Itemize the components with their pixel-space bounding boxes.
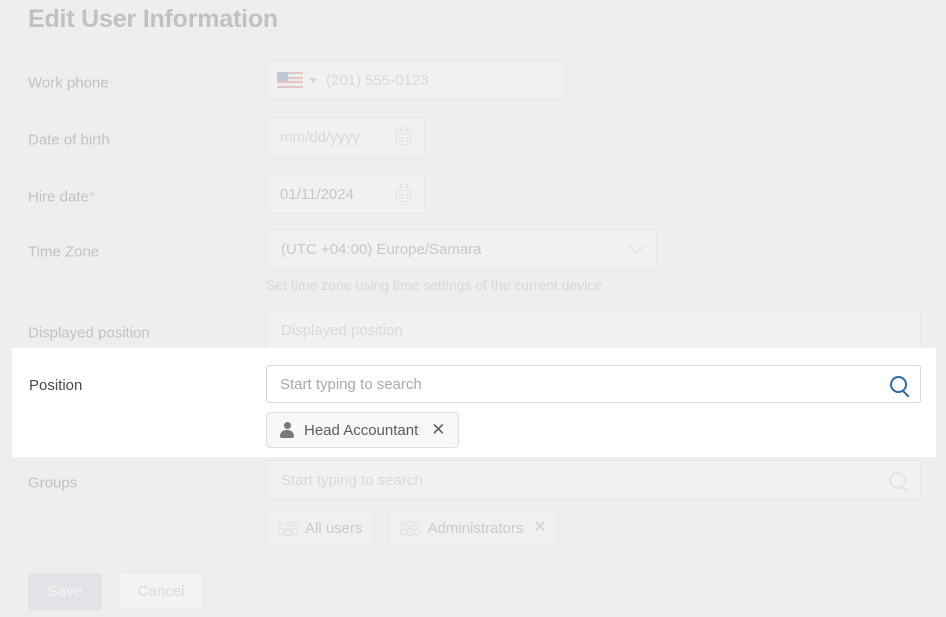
chevron-down-icon [628,238,645,254]
search-icon[interactable] [889,471,906,489]
hire-date-input[interactable]: 01/11/2024 [280,186,354,203]
time-zone-value: (UTC +04:00) Europe/Samara [281,240,482,258]
time-zone-label: Time Zone [28,243,100,261]
groups-field[interactable]: Start typing to search [266,460,921,500]
remove-chip-icon[interactable]: ✕ [431,420,445,440]
us-flag-icon [277,72,303,88]
group-chip-label: Administrators [427,519,524,537]
save-button[interactable]: Save [28,573,102,610]
groups-label: Groups [28,474,78,492]
people-icon [277,520,298,536]
form-row-work-phone: Work phone (201) 555-0123 [0,60,946,106]
remove-chip-icon[interactable]: ✕ [533,520,546,536]
groups-chip-list: All users Administrators ✕ [266,511,559,545]
search-icon[interactable] [890,375,907,393]
cancel-button[interactable]: Cancel [118,573,204,610]
hire-date-label: Hire date* [28,189,95,206]
form-row-time-zone: Time Zone (UTC +04:00) Europe/Samara [0,229,946,275]
person-icon [279,422,295,438]
date-of-birth-label: Date of birth [28,131,110,149]
group-chip-administrators[interactable]: Administrators ✕ [388,511,559,545]
displayed-position-label: Displayed position [28,324,150,342]
form-row-date-of-birth: Date of birth mm/dd/yyyy [0,117,946,163]
position-search-field[interactable]: Start typing to search [266,365,921,403]
time-zone-select[interactable]: (UTC +04:00) Europe/Samara [266,229,657,269]
work-phone-label: Work phone [28,74,109,92]
position-search-input[interactable]: Start typing to search [280,376,422,393]
date-of-birth-field[interactable]: mm/dd/yyyy [266,117,425,157]
work-phone-field[interactable]: (201) 555-0123 [266,60,566,100]
work-phone-input[interactable]: (201) 555-0123 [326,72,429,89]
form-row-groups: Groups Start typing to search [0,460,946,506]
required-marker: * [88,188,95,206]
groups-input[interactable]: Start typing to search [281,472,423,489]
calendar-icon[interactable] [395,184,412,202]
calendar-icon[interactable] [395,127,412,145]
chevron-down-icon [309,77,317,83]
position-chip-label: Head Accountant [304,421,419,439]
position-row-highlight: Position Start typing to search Head Acc… [12,348,936,457]
date-of-birth-input[interactable]: mm/dd/yyyy [280,129,360,146]
position-label: Position [29,377,83,394]
time-zone-hint: Set time zone using time settings of the… [266,277,603,293]
group-chip-label: All users [305,519,363,537]
position-chip-head-accountant[interactable]: Head Accountant ✕ [266,412,459,448]
group-chip-all-users[interactable]: All users [266,511,375,545]
country-selector[interactable] [267,61,326,99]
hire-date-label-text: Hire date [28,188,89,206]
hire-date-field[interactable]: 01/11/2024 [266,174,425,214]
people-icon [400,520,421,536]
edit-user-form: Edit User Information Work phone (201) 5… [0,0,946,617]
form-row-hire-date: Hire date* 01/11/2024 [0,174,946,220]
page-title: Edit User Information [28,5,278,33]
displayed-position-field[interactable]: Displayed position [266,310,921,350]
displayed-position-input[interactable]: Displayed position [281,322,403,339]
